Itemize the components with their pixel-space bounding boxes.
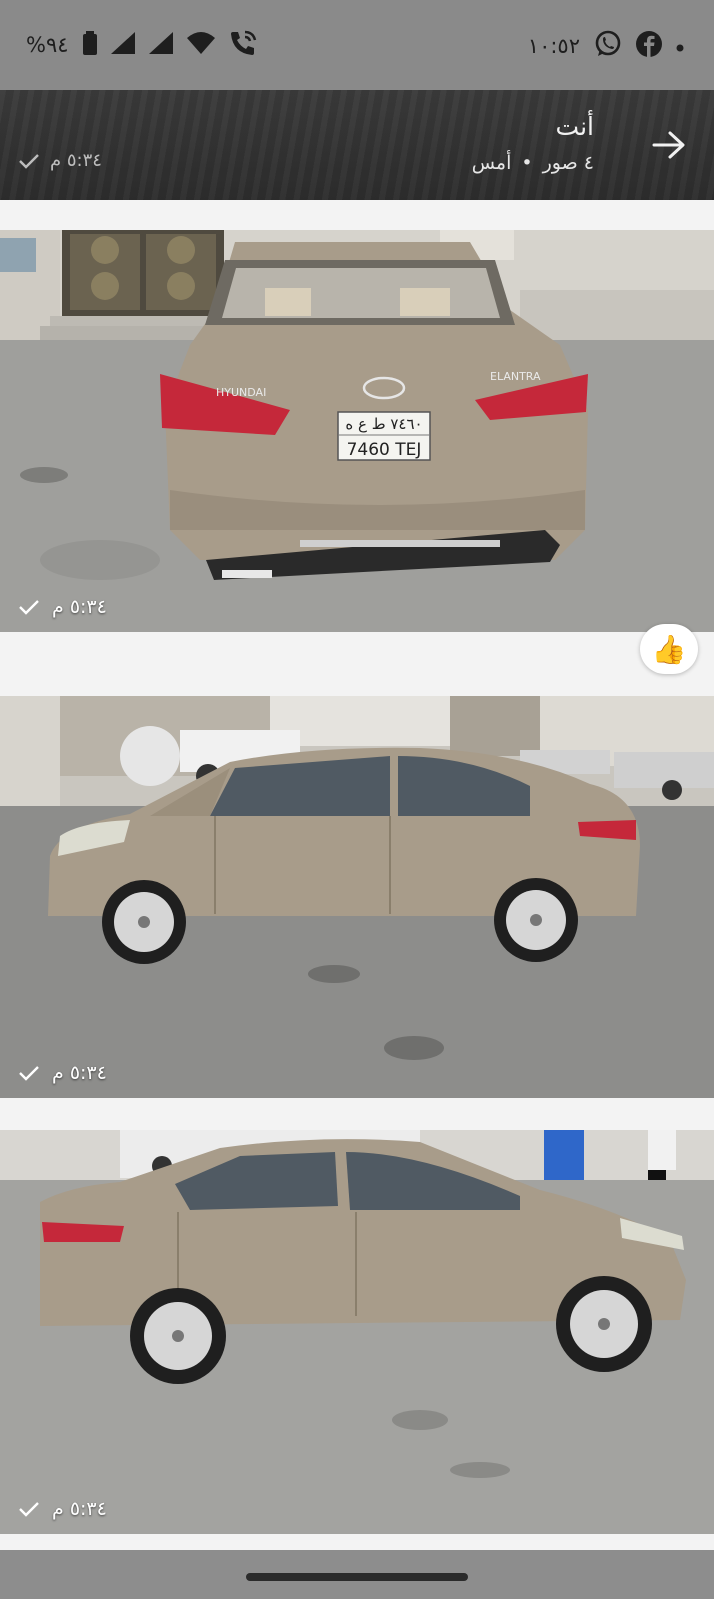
photo-car-rear[interactable]: HYUNDAI ELANTRA ٧٤٦٠ ط ع ه 7460 TEJ ٥:٣٤…: [0, 230, 714, 632]
check-icon: [19, 600, 39, 615]
viewer-header: أنت ٤ صور • أمس ٥:٣٤ م: [0, 90, 714, 200]
check-icon: [19, 1066, 39, 1081]
status-bar-left: %٩٤: [26, 30, 257, 60]
model-badge: ELANTRA: [490, 370, 541, 383]
brand-badge: HYUNDAI: [216, 386, 266, 399]
date-label: أمس: [471, 152, 512, 174]
dot-icon: [676, 37, 684, 56]
car-rear-image: HYUNDAI ELANTRA ٧٤٦٠ ط ع ه 7460 TEJ: [0, 230, 714, 632]
whatsapp-icon: [594, 30, 622, 62]
photo-2-timestamp: ٥:٣٤ م: [18, 1062, 107, 1084]
plate-arabic: ٧٤٦٠ ط ع ه: [345, 415, 422, 433]
photo-car-side-2[interactable]: ٥:٣٤ م: [0, 1130, 714, 1534]
header-subtitle: ٤ صور • أمس: [472, 152, 594, 174]
photo-count: ٤ صور: [542, 152, 594, 174]
check-icon: [19, 1502, 39, 1517]
photo-car-side[interactable]: ٥:٣٤ م: [0, 696, 714, 1098]
car-side-image: [0, 696, 714, 1098]
check-icon: [19, 153, 39, 169]
reaction-badge[interactable]: 👍: [640, 624, 698, 674]
battery-icon: [82, 31, 97, 59]
photo-1-timestamp: ٥:٣٤ م: [18, 596, 107, 618]
header-timestamp: ٥:٣٤ م: [18, 150, 102, 171]
signal-icon: [110, 32, 135, 58]
signal-icon-2: [148, 32, 173, 58]
photo-1-time: ٥:٣٤ م: [52, 596, 107, 618]
status-bar: %٩٤ ١٠:٥٢: [0, 0, 714, 90]
photo-3-time: ٥:٣٤ م: [52, 1498, 107, 1520]
status-bar-right: ١٠:٥٢: [528, 30, 684, 62]
facebook-icon: [636, 31, 662, 61]
car-side-2-image: [0, 1130, 714, 1534]
back-arrow-icon[interactable]: [652, 130, 686, 164]
photo-3-timestamp: ٥:٣٤ م: [18, 1498, 107, 1520]
navigation-bar: [0, 1550, 714, 1599]
photo-2-time: ٥:٣٤ م: [52, 1062, 107, 1084]
clock: ١٠:٥٢: [527, 34, 580, 58]
header-time: ٥:٣٤ م: [50, 150, 102, 171]
plate-latin: 7460 TEJ: [347, 440, 422, 460]
battery-percent: %٩٤: [26, 33, 69, 57]
sender-name: أنت: [555, 112, 594, 141]
thumbs-up-icon: 👍: [651, 632, 687, 666]
separator: •: [521, 152, 533, 174]
wifi-call-icon: [229, 30, 257, 60]
wifi-icon: [186, 32, 215, 58]
home-gesture-handle[interactable]: [246, 1573, 468, 1581]
